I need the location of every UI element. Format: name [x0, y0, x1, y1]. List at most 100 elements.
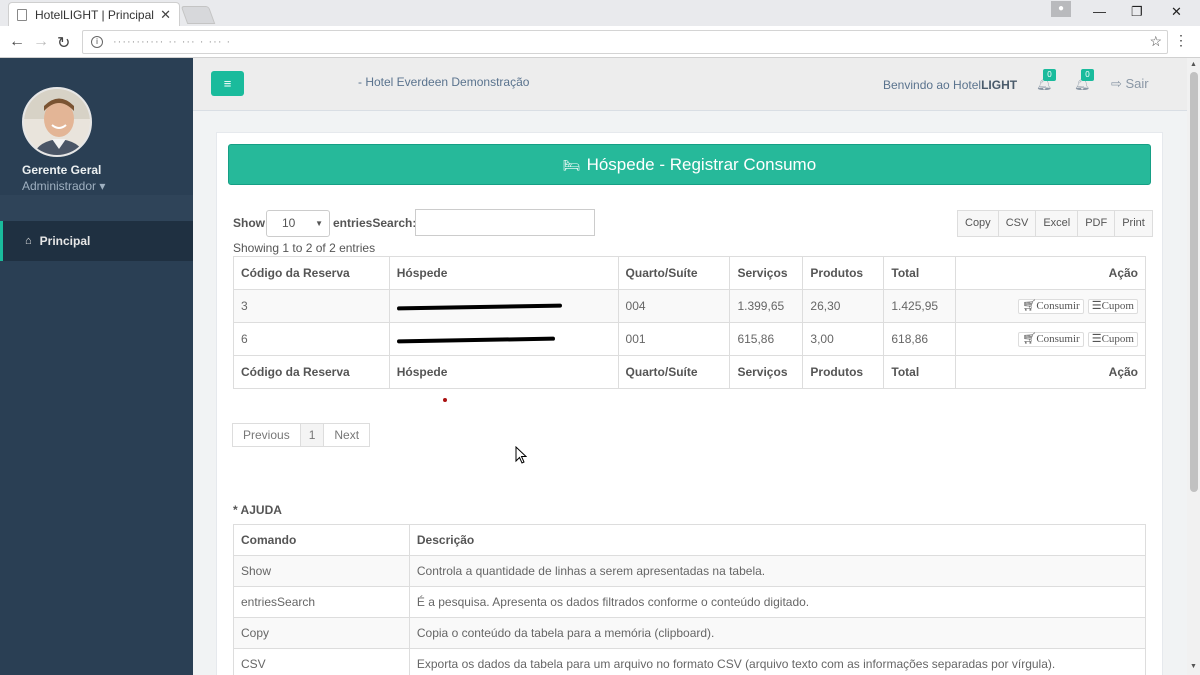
restore-icon[interactable]: ❐	[1131, 4, 1143, 20]
total-cell: 1.425,95	[883, 289, 957, 323]
servicos-cell: 615,86	[729, 322, 804, 356]
reserva-cell: 6	[233, 322, 390, 356]
close-window-icon[interactable]: ✕	[1171, 4, 1182, 20]
scroll-up-icon[interactable]: ▲	[1190, 61, 1197, 68]
mouse-pointer-icon	[515, 445, 528, 469]
column-header[interactable]: Produtos	[802, 256, 885, 290]
column-header[interactable]: Código da Reserva	[233, 256, 390, 290]
table-header-row: Código da Reserva Hóspede Quarto/Suíte S…	[233, 256, 1146, 290]
column-header[interactable]: Ação	[955, 256, 1146, 290]
next-page-button[interactable]: Next	[323, 423, 371, 447]
pagination: Previous 1 Next	[232, 423, 371, 447]
produtos-cell: 26,30	[802, 289, 885, 323]
quarto-cell: 004	[617, 289, 731, 323]
reload-icon[interactable]: ↻	[57, 33, 70, 53]
page-1-button[interactable]: 1	[299, 423, 325, 447]
bookmark-star-icon[interactable]: ☆	[1149, 33, 1162, 50]
forward-icon[interactable]: →	[33, 33, 49, 51]
cart-icon: 🛒︎	[1022, 300, 1037, 312]
back-icon[interactable]: ←	[9, 33, 25, 51]
browser-menu-icon[interactable]: ⋮	[1174, 32, 1188, 49]
menu-toggle-button[interactable]: ≡	[211, 71, 244, 96]
new-tab-button[interactable]	[180, 6, 216, 24]
logout-label: Sair	[1125, 76, 1149, 91]
scroll-down-icon[interactable]: ▼	[1190, 663, 1197, 670]
logout-icon: ⇨	[1111, 76, 1126, 91]
total-cell: 618,86	[883, 322, 957, 356]
cursor-dot	[443, 398, 447, 402]
column-header[interactable]: Total	[883, 256, 957, 290]
sidebar-separator	[0, 195, 193, 221]
consumir-label: Consumir	[1036, 333, 1080, 345]
info-icon[interactable]: i	[91, 36, 103, 48]
help-row: entriesSearch É a pesquisa. Apresenta os…	[233, 586, 1147, 618]
descricao-cell: É a pesquisa. Apresenta os dados filtrad…	[408, 586, 1147, 618]
browser-tabbar: HotelLIGHT | Principal ✕ ● — ❐ ✕	[0, 0, 1200, 26]
profile-role-label: Administrador	[22, 179, 97, 193]
show-label: Show	[233, 216, 265, 230]
user-icon[interactable]: ●	[1051, 1, 1071, 17]
previous-page-button[interactable]: Previous	[232, 423, 301, 447]
address-bar[interactable]: i ··········· ·· ··· · ··· ·	[82, 30, 1168, 54]
help-row: Show Controla a quantidade de linhas a s…	[233, 555, 1147, 587]
descricao-cell: Exporta os dados da tabela para um arqui…	[408, 648, 1147, 675]
url-text: ··········· ·· ··· · ··· ·	[113, 36, 232, 48]
show-entries-select[interactable]: 10 ▼	[266, 210, 330, 237]
actions-cell: 🛒︎Consumir ☰Cupom	[955, 289, 1146, 323]
main-panel: 🛏︎ Hóspede - Registrar Consumo Show 10 ▼ …	[216, 132, 1163, 675]
search-input[interactable]	[415, 209, 595, 236]
print-button[interactable]: Print	[1114, 210, 1153, 237]
page-icon	[17, 8, 27, 21]
help-header-row: Comando Descrição	[233, 524, 1147, 556]
quarto-cell: 001	[617, 322, 731, 356]
table-info: Showing 1 to 2 of 2 entries	[233, 241, 376, 255]
cupom-button[interactable]: ☰Cupom	[1087, 299, 1138, 314]
consumir-button[interactable]: 🛒︎Consumir	[1018, 299, 1084, 314]
copy-button[interactable]: Copy	[957, 210, 999, 237]
profile-role-dropdown[interactable]: Administrador ▾	[22, 179, 105, 193]
descricao-cell: Controla a quantidade de linhas a serem …	[408, 555, 1147, 587]
cupom-button[interactable]: ☰Cupom	[1087, 332, 1138, 347]
servicos-cell: 1.399,65	[729, 289, 804, 323]
sidebar-item-label: Principal	[39, 234, 91, 248]
profile-name: Gerente Geral	[22, 163, 102, 177]
column-header: Descrição	[408, 524, 1147, 556]
column-header[interactable]: Hóspede	[388, 256, 619, 290]
csv-button[interactable]: CSV	[997, 210, 1037, 237]
column-footer: Código da Reserva	[233, 355, 390, 389]
descricao-cell: Copia o conteúdo da tabela para a memóri…	[408, 617, 1147, 649]
close-tab-icon[interactable]: ✕	[160, 7, 171, 23]
comando-cell: entriesSearch	[233, 586, 410, 618]
caret-down-icon: ▾	[96, 179, 106, 193]
column-footer: Quarto/Suíte	[617, 355, 731, 389]
logout-button[interactable]: ⇨ Sair	[1111, 76, 1149, 92]
excel-button[interactable]: Excel	[1035, 210, 1079, 237]
scrollbar-thumb[interactable]	[1190, 72, 1198, 492]
table-row: 3 004 1.399,65 26,30 1.425,95 🛒︎Consumir…	[233, 289, 1146, 323]
welcome-prefix: Benvindo ao Hotel	[883, 78, 982, 92]
cart-icon: 🛒︎	[1022, 333, 1037, 345]
column-header[interactable]: Serviços	[729, 256, 804, 290]
comando-cell: Show	[233, 555, 410, 587]
panel-title-bar: 🛏︎ Hóspede - Registrar Consumo	[228, 144, 1151, 185]
browser-tab[interactable]: HotelLIGHT | Principal ✕	[8, 2, 180, 26]
list-icon: ☰	[1091, 300, 1102, 312]
help-row: CSV Exporta os dados da tabela para um a…	[233, 648, 1147, 675]
pdf-button[interactable]: PDF	[1077, 210, 1116, 237]
column-footer: Produtos	[802, 355, 885, 389]
hotel-name: - Hotel Everdeen Demonstração	[358, 75, 530, 89]
table-row: 6 001 615,86 3,00 618,86 🛒︎Consumir ☰Cupo…	[233, 322, 1146, 356]
consumir-button[interactable]: 🛒︎Consumir	[1018, 332, 1084, 347]
sidebar-item-principal[interactable]: ⌂ Principal	[0, 221, 193, 261]
minimize-icon[interactable]: —	[1093, 4, 1106, 19]
top-nav: ≡ - Hotel Everdeen Demonstração Benvindo…	[193, 58, 1187, 111]
column-footer: Serviços	[729, 355, 804, 389]
reservations-table: Código da Reserva Hóspede Quarto/Suíte S…	[233, 256, 1146, 389]
search-label: entriesSearch:	[333, 216, 417, 230]
column-header[interactable]: Quarto/Suíte	[617, 256, 731, 290]
help-title: * AJUDA	[233, 503, 282, 517]
list-icon: ☰	[1091, 333, 1102, 345]
cupom-label: Cupom	[1101, 300, 1134, 312]
export-buttons: Copy CSV Excel PDF Print	[957, 210, 1153, 237]
page-scrollbar[interactable]: ▲ ▼	[1187, 58, 1200, 675]
